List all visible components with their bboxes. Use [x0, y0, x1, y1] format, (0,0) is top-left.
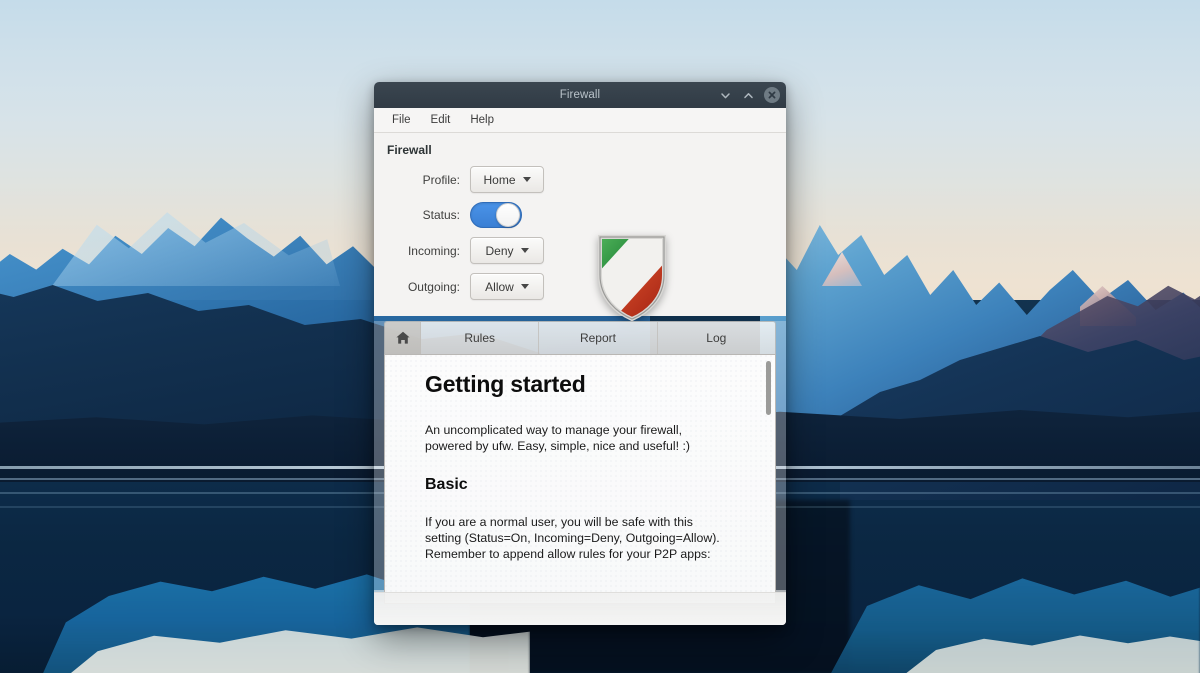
- home-icon: [395, 331, 410, 344]
- tab-log[interactable]: Log: [657, 322, 775, 354]
- panel-heading: Firewall: [387, 143, 432, 157]
- incoming-label: Incoming:: [407, 243, 460, 258]
- incoming-value: Deny: [485, 243, 514, 258]
- profile-value: Home: [483, 172, 516, 187]
- content-heading: Getting started: [425, 371, 586, 397]
- getting-started-content: Getting started An uncomplicated way to …: [384, 354, 776, 604]
- content-scrollbar[interactable]: [764, 357, 773, 601]
- content-inner: Getting started An uncomplicated way to …: [385, 355, 775, 562]
- settings-form: Profile: Home Status: Incoming: Deny Out…: [386, 166, 786, 300]
- window-titlebar[interactable]: Firewall: [374, 82, 786, 108]
- tab-home[interactable]: [385, 322, 421, 354]
- incoming-dropdown[interactable]: Deny: [470, 237, 544, 264]
- close-icon[interactable]: [764, 87, 780, 103]
- menubar: File Edit Help: [374, 108, 786, 133]
- chevron-down-icon: [522, 177, 531, 182]
- toggle-knob: [496, 203, 520, 227]
- chevron-down-icon: [520, 284, 529, 289]
- window-title: Firewall: [559, 89, 601, 101]
- firewall-window: Firewall File Edit Help Firewall Profile…: [374, 82, 786, 625]
- status-toggle[interactable]: [470, 202, 522, 228]
- status-label: Status:: [422, 208, 460, 222]
- status-toggle-wrap: [470, 202, 786, 228]
- window-footer: [374, 592, 786, 625]
- scrollbar-thumb[interactable]: [766, 361, 771, 415]
- shield-icon: [598, 235, 666, 322]
- chevron-up-icon[interactable]: [741, 88, 756, 103]
- menu-item-file[interactable]: File: [384, 111, 419, 129]
- tab-rules[interactable]: Rules: [421, 322, 540, 354]
- profile-dropdown[interactable]: Home: [470, 166, 544, 193]
- window-body: Rules Report Log Getting started An unco…: [374, 321, 786, 625]
- chevron-down-icon[interactable]: [718, 88, 733, 103]
- window-controls: [718, 82, 780, 108]
- chevron-down-icon: [520, 248, 529, 253]
- outgoing-value: Allow: [485, 279, 514, 294]
- firewall-settings-panel: Firewall Profile: Home Status: Incoming:…: [374, 133, 786, 322]
- menu-item-help[interactable]: Help: [462, 111, 502, 129]
- profile-label: Profile:: [422, 172, 460, 187]
- content-section-body: If you are a normal user, you will be sa…: [425, 515, 720, 561]
- content-section-heading: Basic: [425, 476, 468, 493]
- outgoing-dropdown[interactable]: Allow: [470, 273, 544, 300]
- desktop: Firewall File Edit Help Firewall Profile…: [0, 0, 1200, 673]
- content-intro-paragraph: An uncomplicated way to manage your fire…: [425, 423, 690, 453]
- outgoing-label: Outgoing:: [407, 279, 460, 294]
- menu-item-edit[interactable]: Edit: [423, 111, 459, 129]
- tab-report[interactable]: Report: [539, 322, 658, 354]
- tabbar: Rules Report Log: [384, 321, 776, 354]
